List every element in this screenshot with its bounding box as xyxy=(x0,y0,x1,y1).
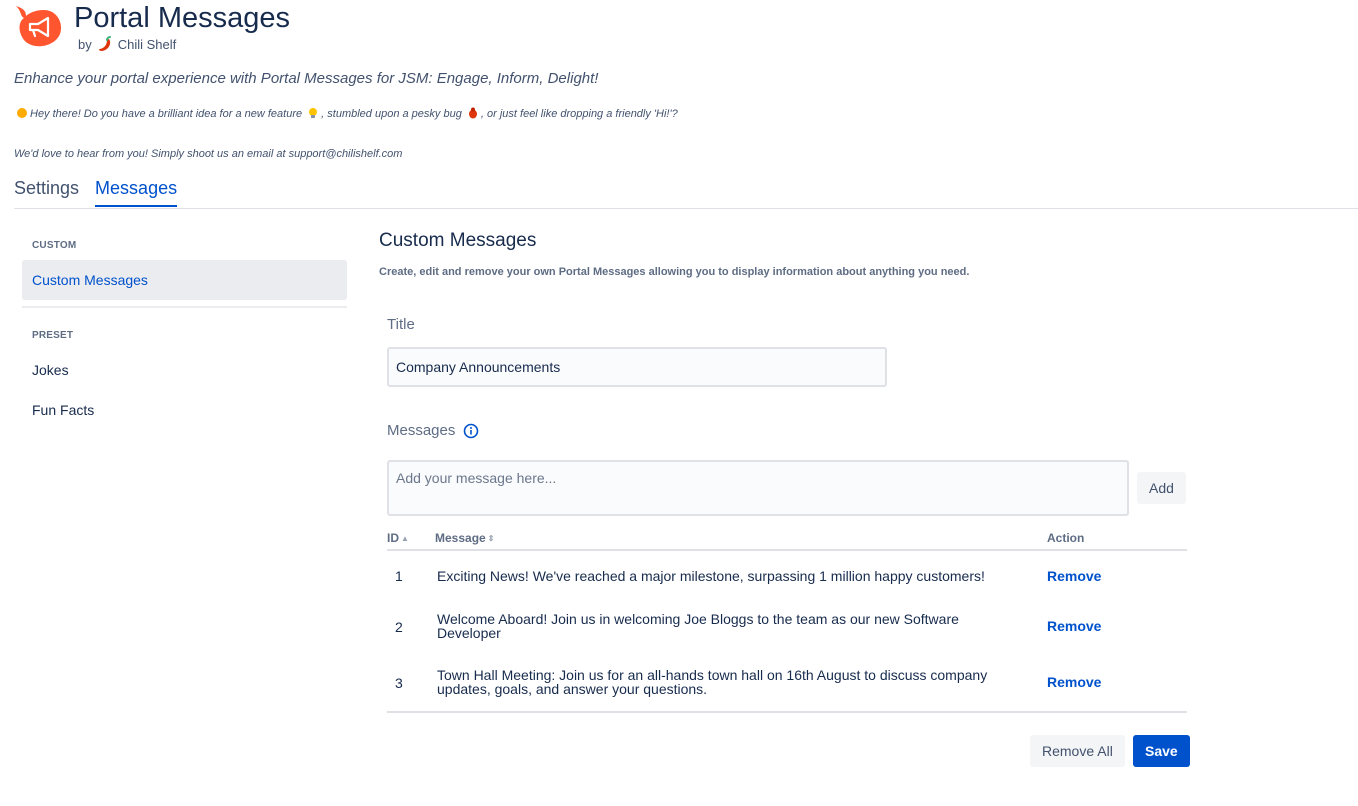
feedback-text: Hey there! Do you have a brilliant idea … xyxy=(14,107,704,122)
row-id: 2 xyxy=(395,619,403,635)
bug-icon xyxy=(468,107,477,119)
column-header-message[interactable]: Message ⇕ xyxy=(435,531,494,545)
messages-label: Messages xyxy=(387,422,479,439)
table-row: 3 Town Hall Meeting: Join us for an all-… xyxy=(387,651,1187,711)
remove-link[interactable]: Remove xyxy=(1047,618,1101,634)
row-message: Town Hall Meeting: Join us for an all-ha… xyxy=(437,667,988,697)
tagline: Enhance your portal experience with Port… xyxy=(14,70,599,87)
waving-hand-icon xyxy=(17,108,27,118)
feedback-text-part1: Hey there! Do you have a brilliant idea … xyxy=(30,108,303,120)
feedback-text-part3: , or just feel like dropping a friendly … xyxy=(480,108,678,120)
table-row: 1 Exciting News! We've reached a major m… xyxy=(387,551,1187,601)
tab-messages[interactable]: Messages xyxy=(95,178,178,207)
row-id: 3 xyxy=(395,675,403,691)
tab-divider xyxy=(14,208,1358,209)
sidebar-heading-preset: PRESET xyxy=(32,330,74,341)
sort-ascending-icon: ▲ xyxy=(401,533,409,543)
page-title: Custom Messages xyxy=(379,230,537,251)
portal-messages-logo xyxy=(16,6,62,47)
column-header-action: Action xyxy=(1047,531,1084,545)
messages-label-text: Messages xyxy=(387,422,456,439)
column-header-action-label: Action xyxy=(1047,531,1085,545)
sidebar-divider xyxy=(22,306,347,308)
column-header-message-label: Message xyxy=(435,531,486,545)
add-message-button[interactable]: Add xyxy=(1137,472,1186,504)
row-message: Welcome Aboard! Join us in welcoming Joe… xyxy=(437,611,959,641)
sidebar-heading-custom: CUSTOM xyxy=(32,240,77,251)
column-header-id[interactable]: ID ▲ xyxy=(387,531,409,545)
tab-settings[interactable]: Settings xyxy=(14,178,79,207)
page-description: Create, edit and remove your own Portal … xyxy=(379,266,970,278)
sidebar-item-jokes[interactable]: Jokes xyxy=(22,350,347,390)
remove-link[interactable]: Remove xyxy=(1047,674,1101,690)
sidebar-item-fun-facts[interactable]: Fun Facts xyxy=(22,390,347,430)
by-label: by xyxy=(78,36,92,52)
feedback-text-part2: , stumbled upon a pesky bug xyxy=(321,108,462,120)
remove-link[interactable]: Remove xyxy=(1047,568,1101,584)
contact-text: We'd love to hear from you! Simply shoot… xyxy=(14,148,403,160)
main-tabs: Settings Messages xyxy=(14,178,178,207)
title-label: Title xyxy=(387,316,415,333)
title-input[interactable] xyxy=(387,347,887,387)
save-button[interactable]: Save xyxy=(1133,735,1190,767)
vendor-line: by Chili Shelf xyxy=(78,36,176,52)
app-title: Portal Messages xyxy=(74,2,290,34)
column-header-id-label: ID xyxy=(387,531,399,545)
vendor-name: Chili Shelf xyxy=(117,36,177,52)
table-body: 1 Exciting News! We've reached a major m… xyxy=(387,551,1187,713)
messages-table: ID ▲ Message ⇕ Action 1 Exciting News! W… xyxy=(387,528,1187,713)
title-label-text: Title xyxy=(387,316,415,333)
info-icon[interactable] xyxy=(463,423,479,439)
lightbulb-icon xyxy=(309,108,318,118)
table-row: 2 Welcome Aboard! Join us in welcoming J… xyxy=(387,601,1187,651)
row-id: 1 xyxy=(395,568,403,584)
message-input[interactable] xyxy=(387,460,1129,516)
chili-icon xyxy=(98,36,111,51)
sidebar-item-custom-messages[interactable]: Custom Messages xyxy=(22,260,347,300)
sort-icon: ⇕ xyxy=(487,533,495,543)
row-message: Exciting News! We've reached a major mil… xyxy=(437,568,985,584)
table-header: ID ▲ Message ⇕ Action xyxy=(387,528,1187,551)
remove-all-button[interactable]: Remove All xyxy=(1030,735,1125,767)
